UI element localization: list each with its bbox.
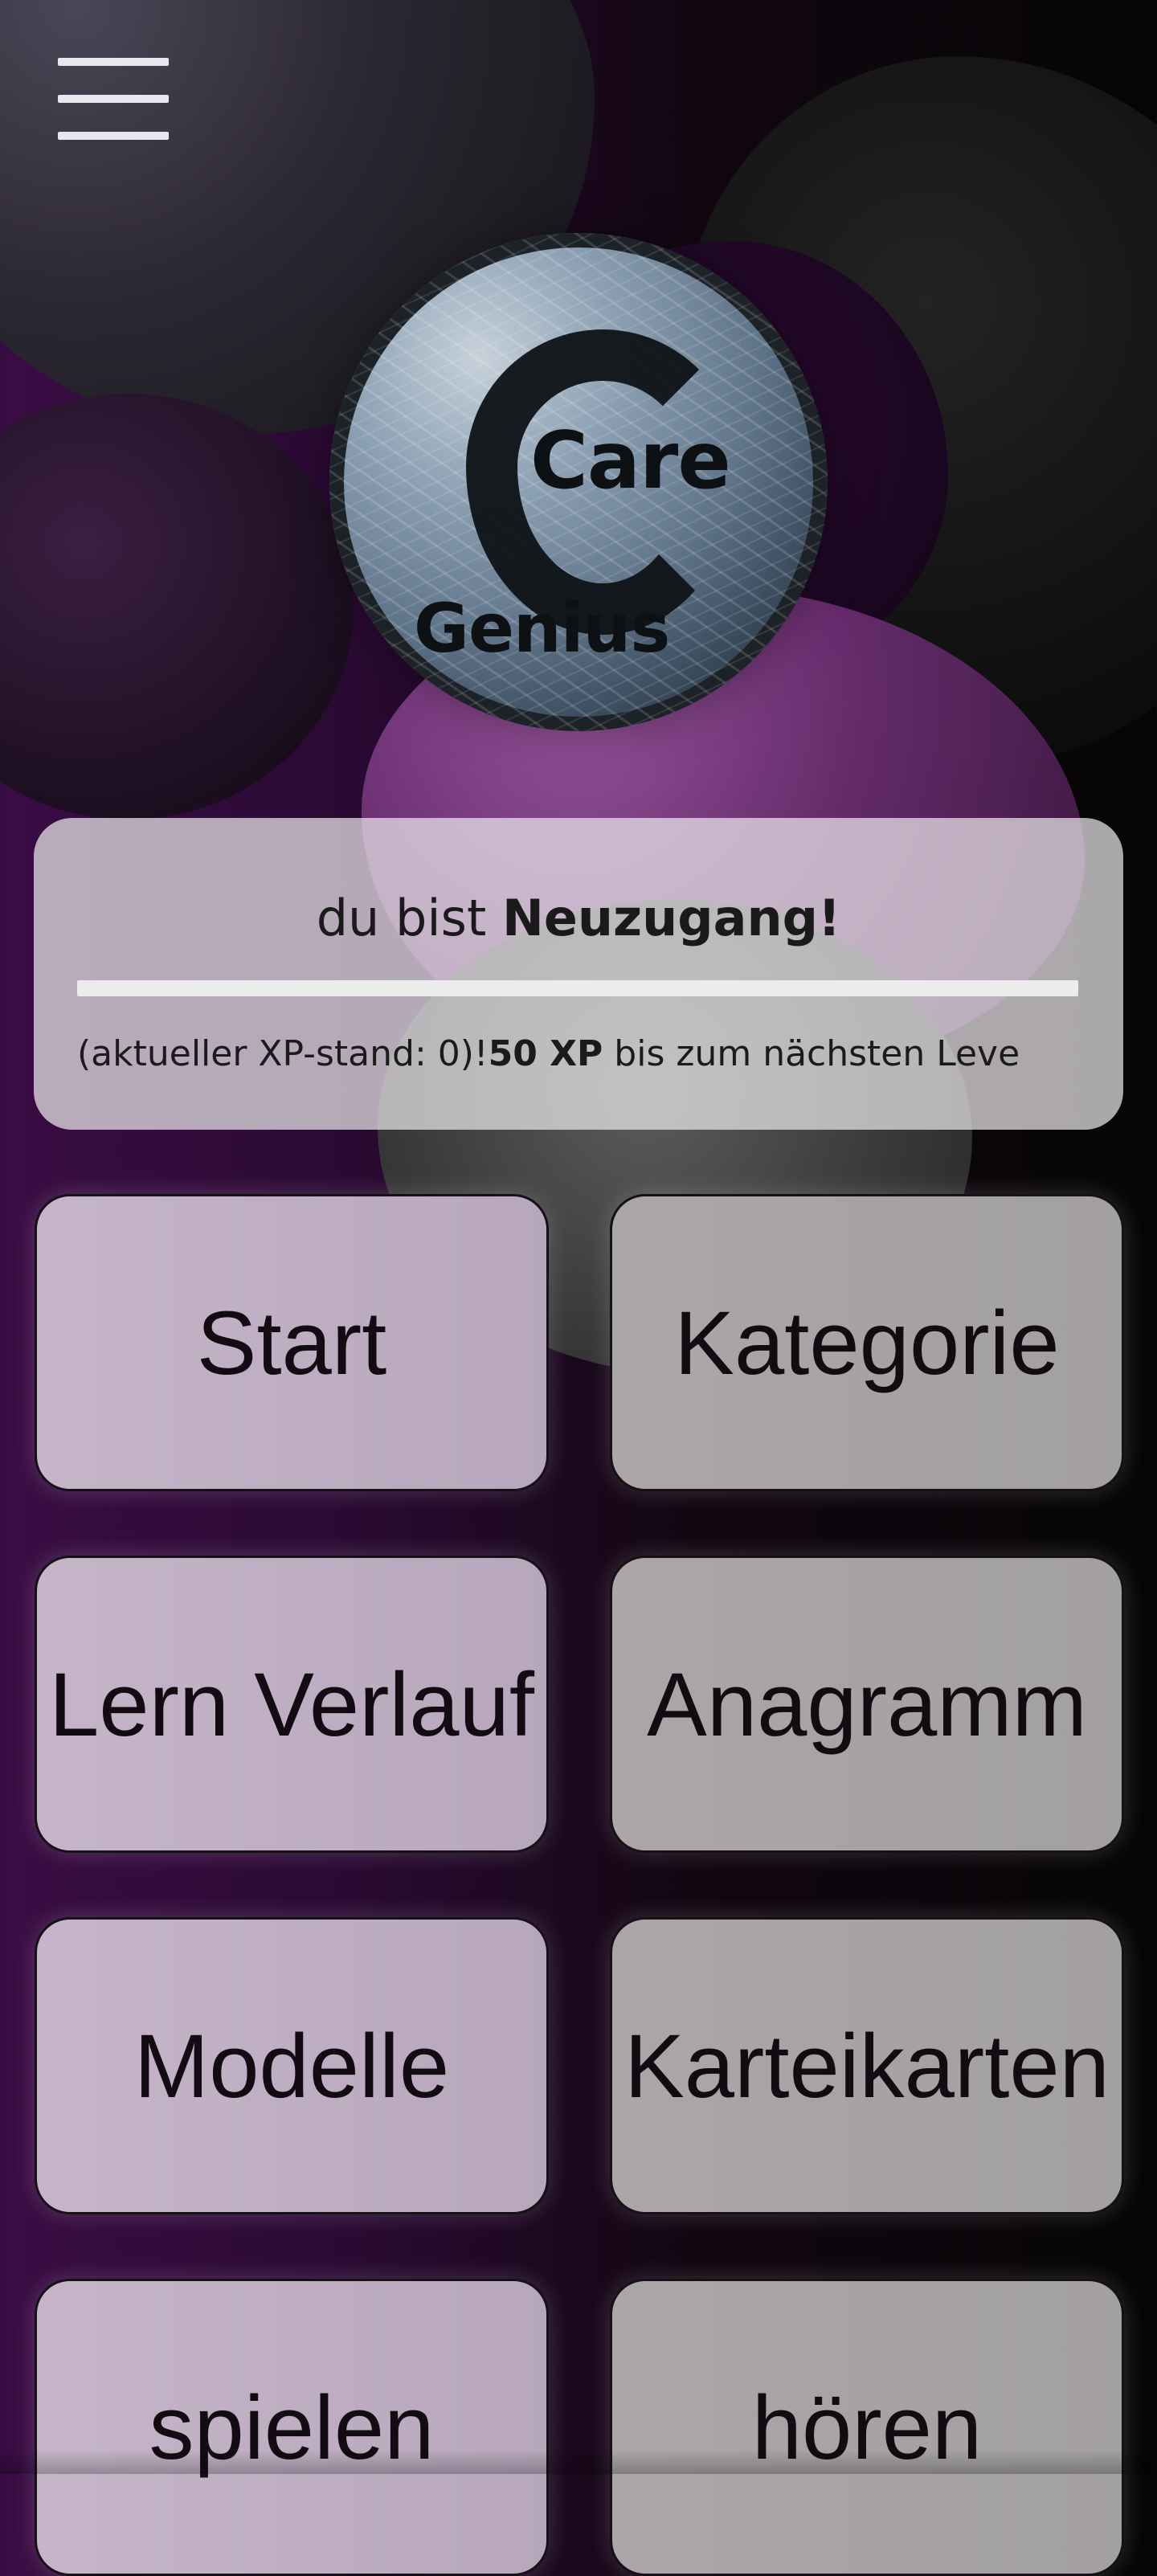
status-prefix: du bist	[316, 889, 502, 947]
logo-genius-text: Genius	[414, 589, 670, 668]
background-blob	[0, 394, 354, 820]
hoeren-button[interactable]: hören	[610, 2279, 1124, 2576]
karteikarten-button[interactable]: Karteikarten	[610, 1917, 1124, 2214]
xp-info-line: (aktueller XP-stand: 0)!50 XP bis zum nä…	[77, 1033, 1078, 1074]
logo-care-text: Care	[530, 415, 731, 507]
menu-line	[58, 132, 169, 140]
xp-progress-bar	[77, 980, 1078, 996]
kategorie-button[interactable]: Kategorie	[610, 1194, 1124, 1491]
lern-verlauf-button[interactable]: Lern Verlauf	[35, 1556, 549, 1853]
menu-line	[58, 58, 169, 66]
xp-next-level-text: bis zum nächsten Leve	[603, 1033, 1020, 1074]
care-genius-logo: Care Genius	[329, 233, 828, 731]
xp-status-card: du bist Neuzugang! (aktueller XP-stand: …	[34, 818, 1123, 1130]
modelle-button[interactable]: Modelle	[35, 1917, 549, 2214]
hamburger-menu-icon[interactable]	[58, 58, 170, 140]
status-line: du bist Neuzugang!	[34, 889, 1123, 947]
xp-current-text: (aktueller XP-stand: 0)!	[77, 1033, 489, 1074]
anagramm-button[interactable]: Anagramm	[610, 1556, 1124, 1853]
start-button[interactable]: Start	[35, 1194, 549, 1491]
menu-line	[58, 95, 169, 103]
bottom-fade	[0, 2450, 1157, 2474]
xp-needed: 50 XP	[488, 1033, 603, 1074]
spielen-button[interactable]: spielen	[35, 2279, 549, 2576]
status-level: Neuzugang!	[501, 889, 841, 947]
